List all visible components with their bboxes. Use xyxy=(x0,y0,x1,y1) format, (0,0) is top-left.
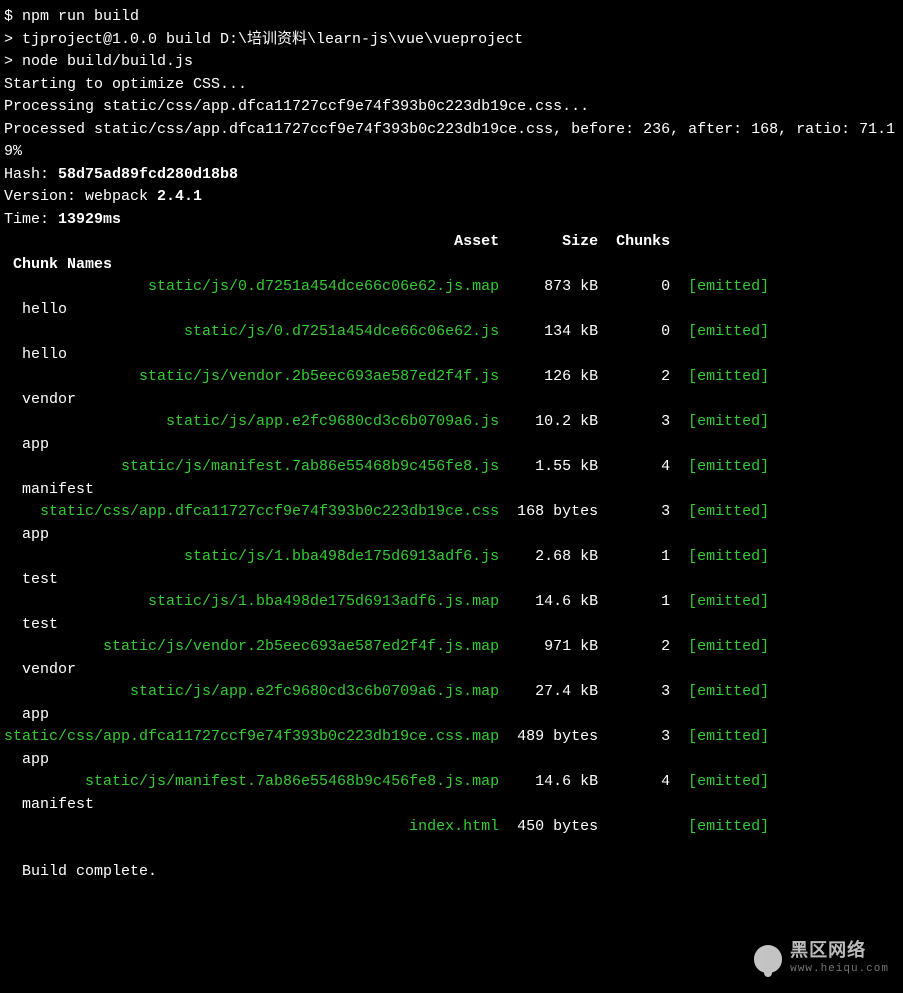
table-row: manifest xyxy=(4,794,899,817)
css-processed-line: Processed static/css/app.dfca11727ccf9e7… xyxy=(4,119,899,164)
version-line: Version: webpack 2.4.1 xyxy=(4,186,899,209)
table-row: hello xyxy=(4,299,899,322)
table-row: static/js/0.d7251a454dce66c06e62.js.map … xyxy=(4,276,899,299)
table-row: vendor xyxy=(4,389,899,412)
table-row: static/js/app.e2fc9680cd3c6b0709a6.js 10… xyxy=(4,411,899,434)
hash-line: Hash: 58d75ad89fcd280d18b8 xyxy=(4,164,899,187)
watermark-sub: www.heiqu.com xyxy=(790,963,889,975)
table-row: static/js/0.d7251a454dce66c06e62.js 134 … xyxy=(4,321,899,344)
table-row: static/js/vendor.2b5eec693ae587ed2f4f.js… xyxy=(4,366,899,389)
blank-line xyxy=(4,839,899,862)
table-row: manifest xyxy=(4,479,899,502)
table-row: app xyxy=(4,524,899,547)
css-start-line: Starting to optimize CSS... xyxy=(4,74,899,97)
prompt-line: $ npm run build xyxy=(4,6,899,29)
table-header-wrap: Chunk Names xyxy=(4,254,899,277)
table-row: static/js/1.bba498de175d6913adf6.js.map … xyxy=(4,591,899,614)
project-line: > tjproject@1.0.0 build D:\培训资料\learn-js… xyxy=(4,29,899,52)
assets-table: Asset Size Chunks Chunk Names static/js/… xyxy=(4,231,899,839)
build-complete-line: Build complete. xyxy=(4,861,899,884)
table-row: test xyxy=(4,614,899,637)
table-row: app xyxy=(4,749,899,772)
table-row: static/css/app.dfca11727ccf9e74f393b0c22… xyxy=(4,726,899,749)
table-row: index.html 450 bytes [emitted] xyxy=(4,816,899,839)
css-processing-line: Processing static/css/app.dfca11727ccf9e… xyxy=(4,96,899,119)
table-header: Asset Size Chunks xyxy=(4,231,899,254)
table-row: static/js/1.bba498de175d6913adf6.js 2.68… xyxy=(4,546,899,569)
table-row: static/js/manifest.7ab86e55468b9c456fe8.… xyxy=(4,456,899,479)
table-row: app xyxy=(4,434,899,457)
mushroom-icon xyxy=(754,945,782,973)
table-row: app xyxy=(4,704,899,727)
table-row: static/js/vendor.2b5eec693ae587ed2f4f.js… xyxy=(4,636,899,659)
table-row: vendor xyxy=(4,659,899,682)
watermark: 黑区网络 www.heiqu.com xyxy=(754,943,889,975)
node-line: > node build/build.js xyxy=(4,51,899,74)
time-line: Time: 13929ms xyxy=(4,209,899,232)
table-row: static/js/manifest.7ab86e55468b9c456fe8.… xyxy=(4,771,899,794)
table-row: static/css/app.dfca11727ccf9e74f393b0c22… xyxy=(4,501,899,524)
table-row: test xyxy=(4,569,899,592)
table-row: hello xyxy=(4,344,899,367)
table-row: static/js/app.e2fc9680cd3c6b0709a6.js.ma… xyxy=(4,681,899,704)
watermark-main: 黑区网络 xyxy=(790,943,889,963)
